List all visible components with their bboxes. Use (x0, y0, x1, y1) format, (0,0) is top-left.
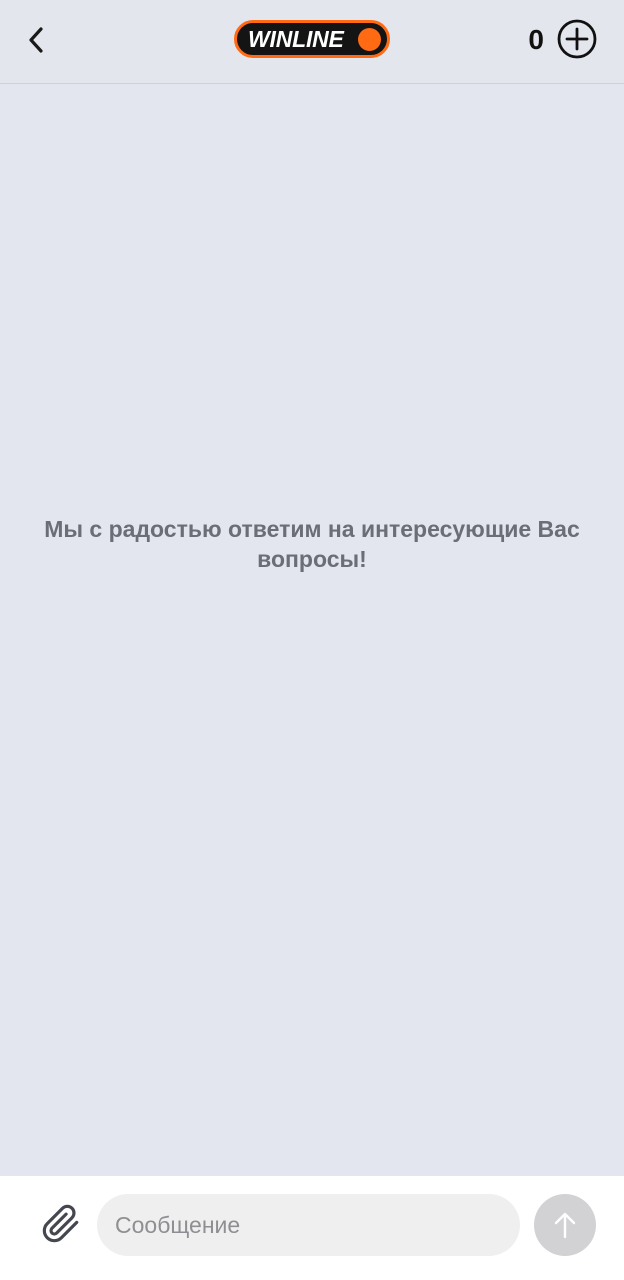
logo-text: WINLINE (248, 25, 344, 52)
plus-circle-icon (557, 19, 597, 59)
chevron-left-icon (29, 27, 43, 53)
arrow-up-icon (554, 1212, 576, 1239)
counter-value: 0 (528, 24, 544, 55)
attach-button[interactable] (38, 1201, 84, 1247)
winline-logo: WINLINE (234, 20, 390, 58)
add-button[interactable] (556, 18, 598, 60)
top-bar: WINLINE 0 (0, 0, 624, 84)
back-button[interactable] (14, 18, 58, 62)
chat-area (0, 85, 624, 1176)
welcome-message: Мы с радостью ответим на интересующие Ва… (44, 516, 580, 572)
message-input[interactable] (97, 1194, 520, 1256)
logo-dot (358, 28, 381, 51)
send-button[interactable] (534, 1194, 596, 1256)
paperclip-icon (42, 1204, 79, 1243)
